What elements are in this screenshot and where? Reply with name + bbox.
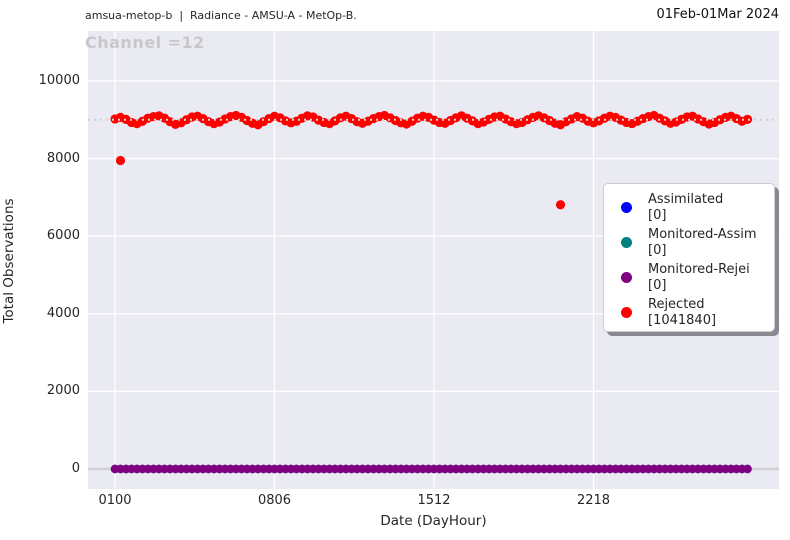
- legend-series-name: Rejected: [648, 296, 705, 312]
- x-tick-label: 1512: [417, 493, 451, 508]
- legend-series-count: [0]: [648, 207, 667, 223]
- legend-marker-monitored-rejei-icon: [621, 272, 632, 283]
- legend-series-count: [0]: [648, 242, 667, 258]
- data-point-rejected: [742, 114, 753, 124]
- y-tick-label: 10000: [38, 72, 80, 88]
- legend-item-assimilated: Assimilated [0]: [614, 190, 774, 225]
- legend-series-name: Monitored-Rejei: [648, 261, 750, 277]
- legend-marker-rejected-icon: [621, 307, 632, 318]
- y-axis-label: Total Observations: [1, 198, 17, 324]
- chart-figure: amsua-metop-b | Radiance - AMSU-A - MetO…: [0, 0, 790, 540]
- outlier-point-rejected: [115, 155, 126, 166]
- x-tick-label: 2218: [576, 493, 611, 508]
- legend-series-count: [0]: [648, 277, 667, 293]
- legend-label-assimilated: Assimilated [0]: [648, 192, 723, 224]
- y-tick-label: 0: [71, 461, 80, 476]
- legend-marker-monitored-assim-icon: [621, 237, 632, 248]
- channel-annotation: Channel =12: [85, 33, 205, 52]
- date-range-label: 01Feb-01Mar 2024: [656, 7, 779, 22]
- plot-title: amsua-metop-b | Radiance - AMSU-A - MetO…: [85, 9, 357, 22]
- legend-label-rejected: Rejected [1041840]: [648, 297, 716, 329]
- x-tick-label: 0806: [257, 493, 292, 508]
- legend-series-name: Assimilated: [648, 191, 724, 207]
- legend-label-monitored-assim: Monitored-Assim [0]: [648, 227, 757, 259]
- x-tick-label: 0100: [98, 493, 132, 508]
- legend-item-monitored-rejei: Monitored-Rejei [0]: [614, 260, 774, 295]
- legend-series-name: Monitored-Assim: [648, 226, 757, 242]
- x-axis-label: Date (DayHour): [380, 513, 487, 529]
- data-point-monitored-rejei: [743, 464, 752, 474]
- legend-marker-assimilated-icon: [621, 202, 632, 213]
- legend-label-monitored-rejei: Monitored-Rejei [0]: [648, 262, 750, 294]
- legend-item-monitored-assim: Monitored-Assim [0]: [614, 225, 774, 260]
- legend: Assimilated [0] Monitored-Assim [0] Monitore…: [603, 183, 775, 332]
- legend-series-count: [1041840]: [648, 312, 717, 328]
- legend-item-rejected: Rejected [1041840]: [614, 295, 774, 330]
- outlier-point-rejected: [555, 200, 566, 210]
